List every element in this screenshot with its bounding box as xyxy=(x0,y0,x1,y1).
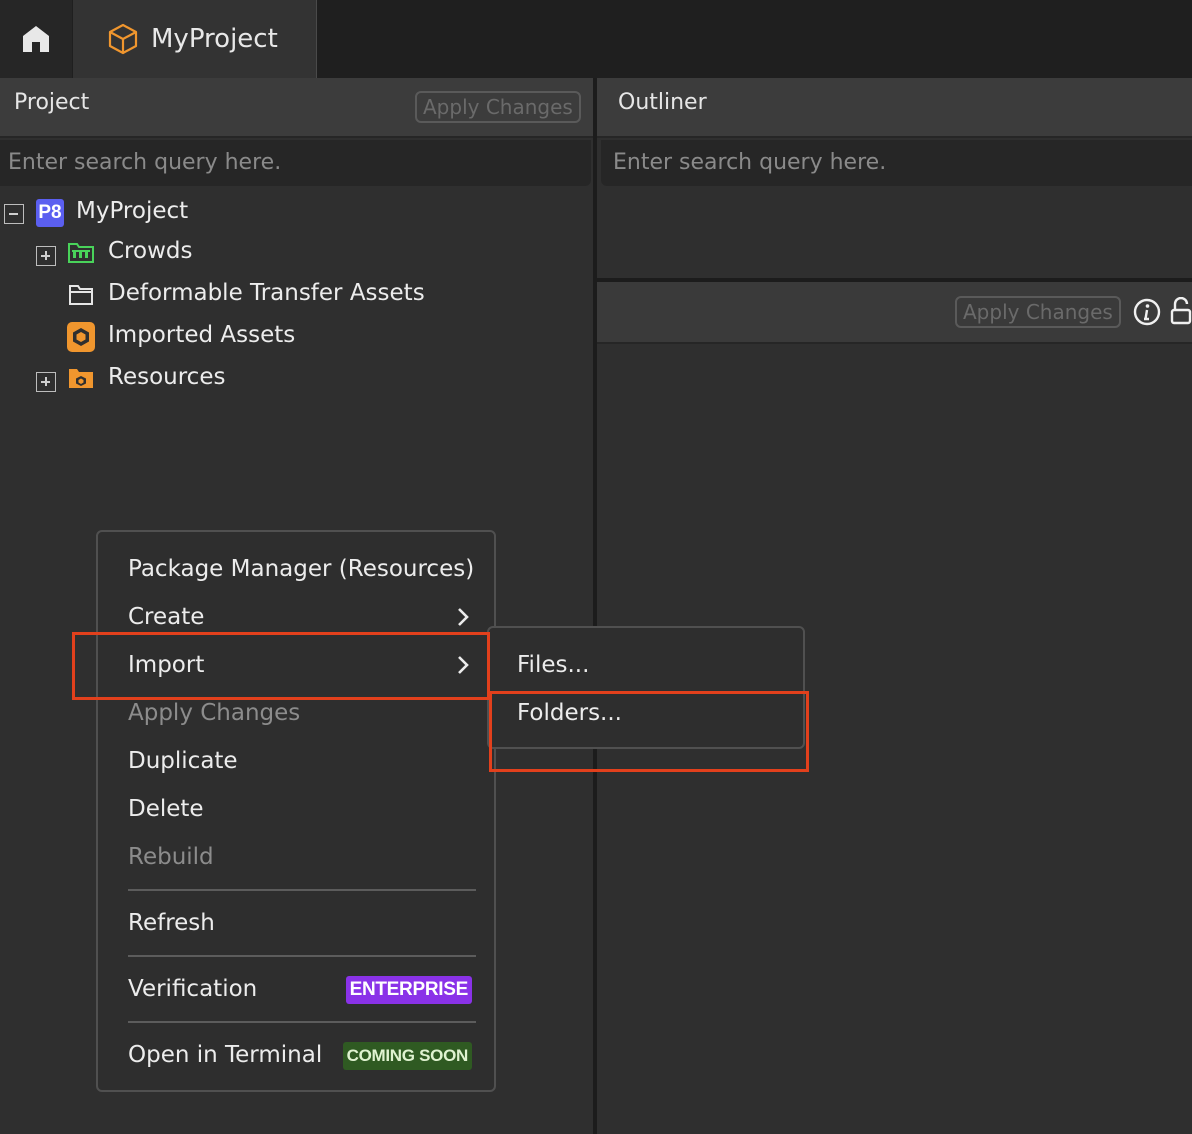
home-button[interactable] xyxy=(0,0,72,78)
collapse-toggle[interactable] xyxy=(4,204,24,224)
expand-toggle[interactable] xyxy=(36,246,56,266)
folder-outline-icon xyxy=(69,285,93,305)
tab-bar: MyProject xyxy=(0,0,1192,78)
submenu-item-files[interactable]: Files... xyxy=(517,652,589,678)
menu-separator xyxy=(128,955,476,957)
green-folder-icon xyxy=(68,243,94,263)
project-search-input[interactable]: Enter search query here. xyxy=(0,140,591,186)
menu-item-delete[interactable]: Delete xyxy=(128,796,204,822)
info-icon[interactable] xyxy=(1133,298,1161,326)
enterprise-badge: ENTERPRISE xyxy=(345,976,472,1004)
project-panel-header: Project Apply Changes xyxy=(0,78,593,138)
menu-item-verification[interactable]: Verification xyxy=(128,976,257,1002)
menu-item-rebuild: Rebuild xyxy=(128,844,214,870)
home-icon xyxy=(23,26,49,52)
lock-icon[interactable] xyxy=(1170,297,1192,325)
menu-item-open-in-terminal[interactable]: Open in Terminal xyxy=(128,1042,322,1068)
menu-separator xyxy=(128,1021,476,1023)
tree-item-label: Imported Assets xyxy=(108,322,296,348)
chevron-right-icon xyxy=(458,608,469,626)
hexagon-package-icon xyxy=(67,322,95,352)
menu-item-package-manager[interactable]: Package Manager (Resources) xyxy=(128,556,474,582)
outliner-panel: Outliner Enter search query here. Apply … xyxy=(597,78,1192,1134)
cube-icon xyxy=(108,23,138,55)
context-menu: Package Manager (Resources) Create Impor… xyxy=(96,530,496,1092)
menu-item-apply-changes: Apply Changes xyxy=(128,700,301,726)
properties-header: Apply Changes xyxy=(597,282,1192,344)
menu-item-create[interactable]: Create xyxy=(128,604,204,630)
coming-soon-badge: COMING SOON xyxy=(342,1042,472,1070)
panel-title: Outliner xyxy=(618,90,707,115)
tree-item-label: MyProject xyxy=(76,198,189,224)
highlight-box-import xyxy=(72,632,490,700)
outliner-search-input[interactable]: Enter search query here. xyxy=(601,140,1192,186)
menu-separator xyxy=(128,889,476,891)
tab-myproject[interactable]: MyProject xyxy=(73,0,317,78)
menu-item-refresh[interactable]: Refresh xyxy=(128,910,215,936)
menu-item-duplicate[interactable]: Duplicate xyxy=(128,748,238,774)
outliner-header: Outliner xyxy=(597,78,1192,138)
highlight-box-folders xyxy=(489,691,809,772)
tree-item-label: Resources xyxy=(108,364,226,390)
tree-item-label: Deformable Transfer Assets xyxy=(108,280,425,306)
p8-badge-icon: P8 xyxy=(36,199,64,227)
tab-label: MyProject xyxy=(151,24,278,54)
apply-changes-button[interactable]: Apply Changes xyxy=(955,296,1121,328)
panel-title: Project xyxy=(14,90,90,115)
tree-item-label: Crowds xyxy=(108,238,193,264)
orange-folder-icon xyxy=(69,369,93,388)
expand-toggle[interactable] xyxy=(36,372,56,392)
apply-changes-button[interactable]: Apply Changes xyxy=(415,91,581,123)
